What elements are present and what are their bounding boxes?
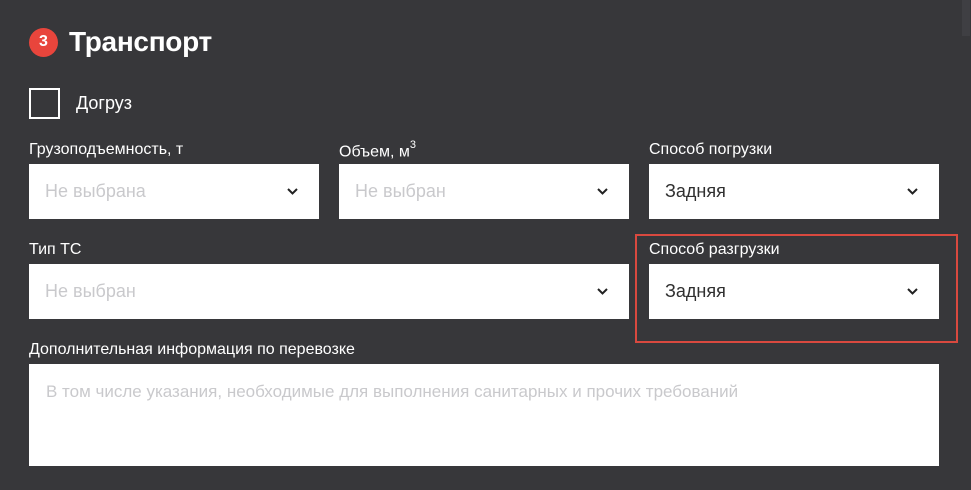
- scrollbar-thumb[interactable]: [962, 0, 970, 36]
- additional-info-label: Дополнительная информация по перевозке: [29, 341, 355, 359]
- additional-info-placeholder: В том числе указания, необходимые для вы…: [46, 382, 739, 401]
- unloading-method-label-text: Способ разгрузки: [649, 241, 780, 258]
- unloading-method-label: Способ разгрузки: [649, 241, 780, 259]
- chevron-down-icon[interactable]: [905, 185, 919, 199]
- volume-select[interactable]: Не выбран: [339, 164, 629, 219]
- volume-select-placeholder: Не выбран: [355, 181, 446, 201]
- capacity-select-placeholder: Не выбрана: [45, 181, 146, 201]
- chevron-down-icon[interactable]: [285, 185, 299, 199]
- capacity-label: Грузоподъемность, т: [29, 141, 183, 159]
- loading-method-label: Способ погрузки: [649, 141, 772, 159]
- vehicle-type-select[interactable]: Не выбран: [29, 264, 629, 319]
- volume-label-text: Объем, м: [339, 143, 410, 161]
- reload-checkbox-row[interactable]: Догруз: [29, 88, 132, 119]
- loading-method-select-value: Задняя: [665, 181, 726, 201]
- capacity-select[interactable]: Не выбрана: [29, 164, 319, 219]
- section-title: Транспорт: [69, 26, 212, 57]
- additional-info-textarea[interactable]: В том числе указания, необходимые для вы…: [29, 364, 939, 466]
- loading-method-label-text: Способ погрузки: [649, 141, 773, 158]
- additional-info-label-text: Дополнительная информация по перевозке: [29, 341, 355, 358]
- unloading-method-select[interactable]: Задняя: [649, 264, 939, 319]
- loading-method-select[interactable]: Задняя: [649, 164, 939, 219]
- vehicle-type-label: Тип ТС: [29, 241, 81, 259]
- chevron-down-icon[interactable]: [595, 185, 609, 199]
- vehicle-type-label-text: Тип ТС: [29, 241, 82, 258]
- volume-label-superscript: 3: [409, 139, 416, 151]
- capacity-label-text: Грузоподъемность, т: [29, 141, 184, 158]
- vehicle-type-select-placeholder: Не выбран: [45, 281, 136, 301]
- step-number-badge: 3: [29, 27, 58, 57]
- section-header: 3 Транспорт: [29, 25, 212, 59]
- reload-checkbox-label[interactable]: Догруз: [76, 93, 132, 114]
- reload-checkbox[interactable]: [29, 88, 60, 119]
- scrollbar[interactable]: [960, 0, 971, 490]
- chevron-down-icon[interactable]: [595, 285, 609, 299]
- unloading-method-select-value: Задняя: [665, 281, 726, 301]
- chevron-down-icon[interactable]: [905, 285, 919, 299]
- volume-label: Объем, м3: [339, 139, 416, 161]
